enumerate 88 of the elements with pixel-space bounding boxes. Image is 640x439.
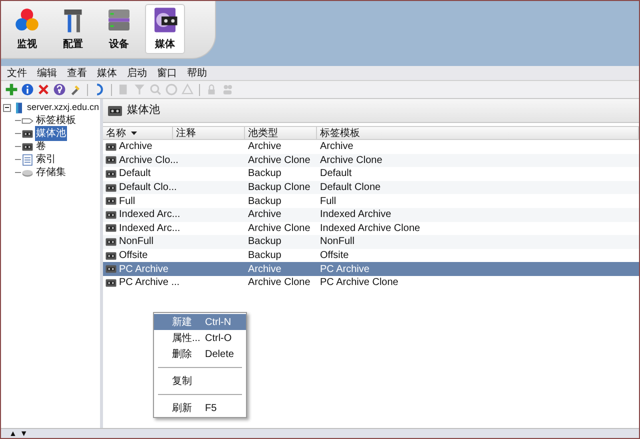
- table-cell-text: Archive: [247, 208, 282, 222]
- table-row[interactable]: NonFull Backup NonFull: [103, 235, 639, 249]
- add-icon[interactable]: [5, 83, 18, 96]
- table-cell-text: Full: [119, 194, 136, 209]
- menu-item[interactable]: 复制: [154, 373, 246, 389]
- table-cell-text: Archive: [247, 140, 282, 154]
- tree-item[interactable]: server.xzxj.edu.cn: [27, 100, 100, 114]
- tape-icon: [105, 236, 117, 248]
- table-row[interactable]: PC Archive Archive PC Archive: [103, 262, 639, 276]
- tree-item[interactable]: 媒体池: [35, 126, 67, 141]
- table-cell-text: PC Archive: [119, 262, 168, 277]
- table-cell-text: Archive Clone: [247, 222, 312, 236]
- help-icon[interactable]: [53, 83, 66, 96]
- menu-item[interactable]: 帮助: [187, 66, 207, 80]
- table-cell-text: Indexed Arc...: [119, 222, 180, 236]
- menu-item[interactable]: 窗口: [157, 66, 177, 80]
- table-row[interactable]: Default Clo... Backup Clone Default Clone: [103, 180, 639, 194]
- delete-icon[interactable]: [37, 83, 50, 96]
- table-cell-text: Backup: [247, 249, 282, 264]
- table-cell-text: Default Clo...: [119, 181, 177, 196]
- menu-item[interactable]: 启动: [127, 66, 147, 80]
- tape-icon: [105, 154, 117, 166]
- tape-icon: [21, 140, 34, 152]
- menu-item[interactable]: 新建 Ctrl-N: [154, 314, 246, 330]
- column-header[interactable]: 注释: [173, 127, 245, 139]
- tape-icon: [105, 263, 117, 276]
- tape-icon: [105, 195, 117, 208]
- column-header[interactable]: 池类型: [245, 127, 317, 139]
- arrow-button[interactable]: ▼: [20, 430, 28, 438]
- table-cell-text: Archive: [119, 140, 152, 154]
- table-cell-text: Archive Clone: [319, 154, 384, 168]
- collapse-toggle[interactable]: [3, 104, 11, 112]
- menu-item[interactable]: 属性... Ctrl-O: [154, 330, 246, 346]
- table-cell-text: Backup: [247, 194, 282, 209]
- table-cell-text: Archive: [319, 140, 354, 154]
- menu-item[interactable]: 编辑: [37, 66, 57, 80]
- tree-item[interactable]: 卷: [35, 139, 47, 154]
- nav-button[interactable]: 设备: [99, 4, 139, 54]
- arrow-button[interactable]: ▲: [9, 430, 17, 438]
- column-header[interactable]: 标签模板: [317, 127, 639, 139]
- table-row[interactable]: Indexed Arc... Archive Indexed Archive: [103, 208, 639, 222]
- table-row[interactable]: Archive Clo... Archive Clone Archive Clone: [103, 154, 639, 168]
- tape-icon: [105, 276, 117, 289]
- table-cell-text: Default Clone: [319, 181, 382, 196]
- menu-item[interactable]: 媒体: [97, 66, 117, 80]
- tape-icon: [105, 222, 117, 234]
- table-cell-text: NonFull: [319, 235, 356, 250]
- table-cell-text: Offsite: [319, 249, 350, 264]
- nav-button[interactable]: 监视: [7, 4, 47, 54]
- column-header[interactable]: 名称: [103, 127, 173, 139]
- nav-button[interactable]: 媒体: [145, 4, 185, 54]
- menu-item[interactable]: 文件: [7, 66, 27, 80]
- tree-item[interactable]: 标签模板: [35, 113, 77, 128]
- tree-item[interactable]: 索引: [35, 152, 57, 167]
- table-cell-text: PC Archive ...: [119, 276, 180, 290]
- table-cell-text: PC Archive: [319, 262, 370, 277]
- info-icon[interactable]: [21, 83, 34, 96]
- table-cell-text: Default: [119, 167, 151, 182]
- table-row[interactable]: Offsite Backup Offsite: [103, 248, 639, 262]
- table-cell-text: Archive Clo...: [119, 154, 178, 168]
- tape-icon: [105, 168, 117, 180]
- table-cell-text: Indexed Arc...: [119, 208, 180, 222]
- table-cell-text: Indexed Archive: [319, 208, 392, 222]
- tape-icon: [105, 182, 117, 194]
- menu-item[interactable]: 刷新 F5: [154, 400, 246, 416]
- tape-icon: [105, 250, 117, 262]
- tree-item[interactable]: 存储集: [35, 165, 67, 180]
- table-cell-text: Offsite: [119, 249, 148, 264]
- table-cell-text: NonFull: [119, 235, 154, 250]
- menu-item[interactable]: 删除 Delete: [154, 346, 246, 362]
- table-cell-text: Archive: [247, 262, 282, 277]
- panel-title: 媒体池: [127, 103, 160, 118]
- table-cell-text: Backup: [247, 167, 282, 182]
- menu-item[interactable]: 查看: [67, 66, 87, 80]
- tape-icon: [105, 140, 117, 153]
- tape-icon: [21, 128, 34, 140]
- tape-icon: [105, 208, 117, 221]
- table-cell-text: PC Archive Clone: [319, 276, 400, 290]
- table-cell-text: Archive Clone: [247, 154, 312, 168]
- nav-button[interactable]: 配置: [53, 4, 93, 54]
- table-cell-text: Backup: [247, 235, 282, 250]
- table-cell-text: Backup Clone: [247, 181, 312, 196]
- sort-arrow-icon: [130, 129, 138, 137]
- list-icon: [21, 154, 34, 166]
- table-cell-text: Indexed Archive Clone: [319, 222, 422, 236]
- table-cell-text: Full: [319, 194, 338, 209]
- table-cell-text: Default: [319, 167, 353, 182]
- table-cell-text: Archive Clone: [247, 276, 312, 290]
